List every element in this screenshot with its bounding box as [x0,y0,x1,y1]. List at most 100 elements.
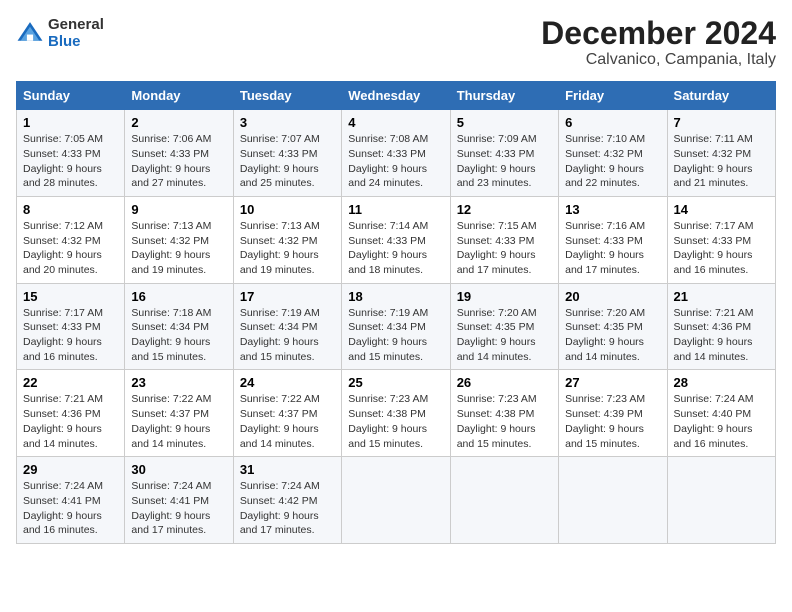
weekday-header-row: SundayMondayTuesdayWednesdayThursdayFrid… [17,82,776,110]
logo-text: General Blue [48,16,104,50]
day-number: 2 [131,115,226,130]
calendar-day-cell: 4 Sunrise: 7:08 AM Sunset: 4:33 PM Dayli… [342,110,450,197]
sunrise-label: Sunrise: 7:20 AM [457,307,537,319]
sunset-label: Sunset: 4:35 PM [565,321,643,333]
daylight-label: Daylight: 9 hours and 17 minutes. [240,510,319,537]
sunset-label: Sunset: 4:33 PM [131,148,209,160]
calendar-day-cell: 9 Sunrise: 7:13 AM Sunset: 4:32 PM Dayli… [125,196,233,283]
header: General Blue December 2024 Calvanico, Ca… [16,16,776,69]
daylight-label: Daylight: 9 hours and 14 minutes. [565,336,644,363]
sunset-label: Sunset: 4:33 PM [348,235,426,247]
day-number: 6 [565,115,660,130]
empty-cell [450,457,558,544]
day-info: Sunrise: 7:23 AM Sunset: 4:39 PM Dayligh… [565,392,660,451]
calendar-day-cell: 10 Sunrise: 7:13 AM Sunset: 4:32 PM Dayl… [233,196,341,283]
calendar-day-cell: 7 Sunrise: 7:11 AM Sunset: 4:32 PM Dayli… [667,110,775,197]
day-info: Sunrise: 7:22 AM Sunset: 4:37 PM Dayligh… [131,392,226,451]
day-info: Sunrise: 7:07 AM Sunset: 4:33 PM Dayligh… [240,132,335,191]
weekday-header-wednesday: Wednesday [342,82,450,110]
sunset-label: Sunset: 4:38 PM [348,408,426,420]
sunrise-label: Sunrise: 7:13 AM [240,220,320,232]
day-number: 7 [674,115,769,130]
calendar-day-cell: 28 Sunrise: 7:24 AM Sunset: 4:40 PM Dayl… [667,370,775,457]
calendar-day-cell: 8 Sunrise: 7:12 AM Sunset: 4:32 PM Dayli… [17,196,125,283]
calendar-day-cell: 29 Sunrise: 7:24 AM Sunset: 4:41 PM Dayl… [17,457,125,544]
sunrise-label: Sunrise: 7:07 AM [240,133,320,145]
daylight-label: Daylight: 9 hours and 22 minutes. [565,163,644,190]
calendar-day-cell: 6 Sunrise: 7:10 AM Sunset: 4:32 PM Dayli… [559,110,667,197]
day-number: 16 [131,289,226,304]
day-info: Sunrise: 7:09 AM Sunset: 4:33 PM Dayligh… [457,132,552,191]
daylight-label: Daylight: 9 hours and 19 minutes. [131,249,210,276]
month-title: December 2024 [541,16,776,51]
title-area: December 2024 Calvanico, Campania, Italy [541,16,776,69]
sunset-label: Sunset: 4:33 PM [457,148,535,160]
calendar-day-cell: 26 Sunrise: 7:23 AM Sunset: 4:38 PM Dayl… [450,370,558,457]
day-info: Sunrise: 7:24 AM Sunset: 4:42 PM Dayligh… [240,479,335,538]
day-number: 23 [131,375,226,390]
sunset-label: Sunset: 4:33 PM [348,148,426,160]
sunrise-label: Sunrise: 7:10 AM [565,133,645,145]
daylight-label: Daylight: 9 hours and 20 minutes. [23,249,102,276]
sunrise-label: Sunrise: 7:22 AM [131,393,211,405]
calendar-day-cell: 11 Sunrise: 7:14 AM Sunset: 4:33 PM Dayl… [342,196,450,283]
sunset-label: Sunset: 4:35 PM [457,321,535,333]
daylight-label: Daylight: 9 hours and 17 minutes. [131,510,210,537]
day-info: Sunrise: 7:24 AM Sunset: 4:41 PM Dayligh… [23,479,118,538]
sunrise-label: Sunrise: 7:08 AM [348,133,428,145]
calendar-day-cell: 5 Sunrise: 7:09 AM Sunset: 4:33 PM Dayli… [450,110,558,197]
calendar-day-cell: 22 Sunrise: 7:21 AM Sunset: 4:36 PM Dayl… [17,370,125,457]
weekday-header-friday: Friday [559,82,667,110]
sunrise-label: Sunrise: 7:16 AM [565,220,645,232]
day-info: Sunrise: 7:21 AM Sunset: 4:36 PM Dayligh… [23,392,118,451]
daylight-label: Daylight: 9 hours and 28 minutes. [23,163,102,190]
calendar-day-cell: 21 Sunrise: 7:21 AM Sunset: 4:36 PM Dayl… [667,283,775,370]
calendar-week-row: 8 Sunrise: 7:12 AM Sunset: 4:32 PM Dayli… [17,196,776,283]
sunset-label: Sunset: 4:33 PM [23,321,101,333]
day-info: Sunrise: 7:22 AM Sunset: 4:37 PM Dayligh… [240,392,335,451]
day-info: Sunrise: 7:17 AM Sunset: 4:33 PM Dayligh… [674,219,769,278]
calendar-day-cell: 19 Sunrise: 7:20 AM Sunset: 4:35 PM Dayl… [450,283,558,370]
daylight-label: Daylight: 9 hours and 14 minutes. [457,336,536,363]
sunset-label: Sunset: 4:40 PM [674,408,752,420]
day-info: Sunrise: 7:21 AM Sunset: 4:36 PM Dayligh… [674,306,769,365]
sunset-label: Sunset: 4:32 PM [674,148,752,160]
day-number: 24 [240,375,335,390]
sunrise-label: Sunrise: 7:13 AM [131,220,211,232]
day-number: 19 [457,289,552,304]
sunset-label: Sunset: 4:33 PM [23,148,101,160]
sunrise-label: Sunrise: 7:20 AM [565,307,645,319]
sunset-label: Sunset: 4:38 PM [457,408,535,420]
day-info: Sunrise: 7:18 AM Sunset: 4:34 PM Dayligh… [131,306,226,365]
sunrise-label: Sunrise: 7:06 AM [131,133,211,145]
sunset-label: Sunset: 4:33 PM [565,235,643,247]
day-info: Sunrise: 7:05 AM Sunset: 4:33 PM Dayligh… [23,132,118,191]
location-title: Calvanico, Campania, Italy [541,51,776,69]
day-number: 11 [348,202,443,217]
calendar-day-cell: 31 Sunrise: 7:24 AM Sunset: 4:42 PM Dayl… [233,457,341,544]
daylight-label: Daylight: 9 hours and 16 minutes. [23,510,102,537]
sunrise-label: Sunrise: 7:19 AM [348,307,428,319]
calendar-day-cell: 15 Sunrise: 7:17 AM Sunset: 4:33 PM Dayl… [17,283,125,370]
sunrise-label: Sunrise: 7:23 AM [348,393,428,405]
daylight-label: Daylight: 9 hours and 23 minutes. [457,163,536,190]
calendar-week-row: 29 Sunrise: 7:24 AM Sunset: 4:41 PM Dayl… [17,457,776,544]
calendar-day-cell: 30 Sunrise: 7:24 AM Sunset: 4:41 PM Dayl… [125,457,233,544]
sunrise-label: Sunrise: 7:14 AM [348,220,428,232]
sunrise-label: Sunrise: 7:23 AM [565,393,645,405]
sunset-label: Sunset: 4:37 PM [240,408,318,420]
sunset-label: Sunset: 4:41 PM [131,495,209,507]
calendar-day-cell: 25 Sunrise: 7:23 AM Sunset: 4:38 PM Dayl… [342,370,450,457]
sunrise-label: Sunrise: 7:23 AM [457,393,537,405]
sunset-label: Sunset: 4:33 PM [240,148,318,160]
sunset-label: Sunset: 4:32 PM [240,235,318,247]
day-number: 25 [348,375,443,390]
day-number: 12 [457,202,552,217]
empty-cell [342,457,450,544]
weekday-header-monday: Monday [125,82,233,110]
daylight-label: Daylight: 9 hours and 17 minutes. [565,249,644,276]
daylight-label: Daylight: 9 hours and 15 minutes. [240,336,319,363]
calendar-day-cell: 13 Sunrise: 7:16 AM Sunset: 4:33 PM Dayl… [559,196,667,283]
day-info: Sunrise: 7:16 AM Sunset: 4:33 PM Dayligh… [565,219,660,278]
daylight-label: Daylight: 9 hours and 17 minutes. [457,249,536,276]
